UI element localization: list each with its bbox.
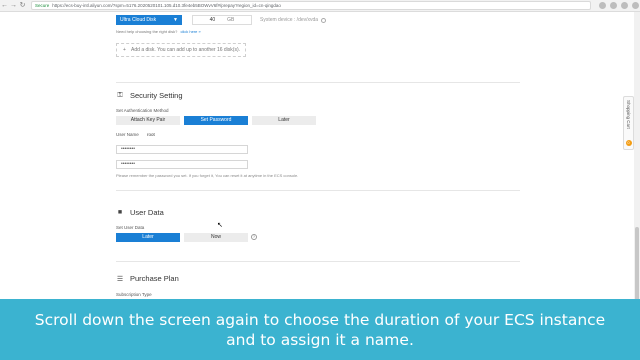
section-divider xyxy=(116,261,520,262)
purchase-title-text: Purchase Plan xyxy=(130,274,179,283)
username-value: root xyxy=(147,132,155,137)
bookmark-icon[interactable] xyxy=(599,2,606,9)
caption-line-2: and to assign it a name. xyxy=(226,330,414,349)
forward-icon[interactable]: → xyxy=(9,0,18,12)
caption-line-1: Scroll down the screen again to choose t… xyxy=(34,310,606,329)
disk-device-text: System device : /dev/xvda xyxy=(260,17,319,23)
chevron-down-icon: ▼ xyxy=(173,17,178,23)
auth-later-button[interactable]: Later xyxy=(252,116,316,125)
back-icon[interactable]: ← xyxy=(0,0,9,12)
add-disk-button[interactable]: + Add a disk. You can add up to another … xyxy=(116,43,246,57)
key-icon: ⚿ xyxy=(117,91,123,99)
disk-type-select[interactable]: Ultra Cloud Disk ▼ xyxy=(116,15,182,25)
tutorial-caption: Scroll down the screen again to choose t… xyxy=(0,299,640,360)
scrollbar-thumb[interactable] xyxy=(635,227,639,307)
mouse-cursor-icon: ↖ xyxy=(217,222,223,229)
userdata-later-button[interactable]: Later xyxy=(116,233,180,242)
auth-method-label: Set Authentication Method xyxy=(116,108,169,113)
list-icon: ☰ xyxy=(116,275,124,283)
disk-size-unit: GB xyxy=(227,17,235,23)
disk-size-value: 40 xyxy=(209,17,216,23)
url-text: https://ecs-buy-intl.aliyun.com/?spm=517… xyxy=(52,3,281,8)
security-section-title: ⚿ Security Setting xyxy=(116,91,183,100)
plus-icon: + xyxy=(123,47,126,53)
shopping-cart-tab[interactable]: Shopping Cart 0 xyxy=(623,96,634,150)
document-icon: ■ xyxy=(117,209,123,216)
reload-icon[interactable]: ↻ xyxy=(18,0,27,12)
set-password-button[interactable]: Set Password xyxy=(184,116,248,125)
disk-help-text: Need help choosing the right disk? click… xyxy=(116,29,201,34)
disk-size-input[interactable]: 40 GB xyxy=(192,15,252,25)
section-divider xyxy=(116,190,520,191)
extension-icon[interactable] xyxy=(610,2,617,9)
browser-toolbar: ← → ↻ Secure https://ecs-buy-intl.aliyun… xyxy=(0,0,640,12)
confirm-password-input[interactable]: •••••••• xyxy=(116,160,248,169)
username-label: User Name xyxy=(116,132,139,137)
set-user-data-label: Set User Data xyxy=(116,225,145,230)
help-icon[interactable] xyxy=(321,17,327,23)
cart-label: Shopping Cart xyxy=(626,100,631,129)
cart-count-badge: 0 xyxy=(625,140,632,146)
extension-icon[interactable] xyxy=(621,2,628,9)
password-note: Please remember the password you set. If… xyxy=(116,173,299,178)
subscription-type-label: Subscription Type xyxy=(116,292,152,297)
system-disk-row: Ultra Cloud Disk ▼ 40 GB System device :… xyxy=(116,14,327,26)
add-disk-label: Add a disk. You can add up to another 16… xyxy=(131,47,241,53)
menu-icon[interactable] xyxy=(632,2,639,9)
disk-help-link[interactable]: click here » xyxy=(181,29,201,34)
disk-help-question: Need help choosing the right disk? xyxy=(116,29,178,34)
disk-type-value: Ultra Cloud Disk xyxy=(120,17,157,23)
userdata-now-button[interactable]: Now xyxy=(184,233,248,242)
help-icon[interactable]: ? xyxy=(251,234,257,240)
password-input[interactable]: •••••••• xyxy=(116,145,248,154)
userdata-section-title: ■ User Data xyxy=(116,208,164,217)
userdata-title-text: User Data xyxy=(130,208,164,217)
address-bar[interactable]: Secure https://ecs-buy-intl.aliyun.com/?… xyxy=(31,1,591,10)
security-title-text: Security Setting xyxy=(130,91,183,100)
attach-key-pair-button[interactable]: Attach Key Pair xyxy=(116,116,180,125)
section-divider xyxy=(116,82,520,83)
secure-badge: Secure xyxy=(35,3,50,8)
purchase-section-title: ☰ Purchase Plan xyxy=(116,274,179,283)
